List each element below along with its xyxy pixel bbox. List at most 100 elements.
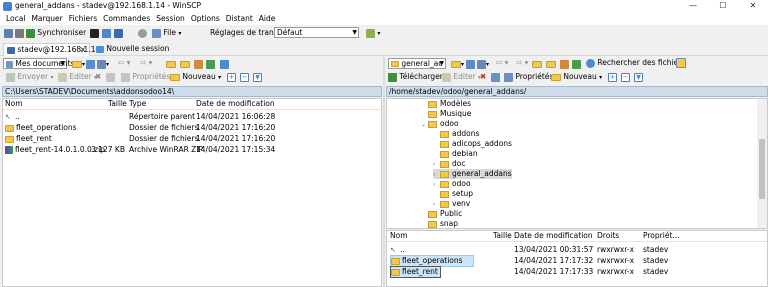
preferences-icon[interactable] [114, 28, 123, 38]
menu-aide[interactable]: Aide [256, 13, 279, 25]
right-back-icon[interactable]: ⇦ ▾ [496, 58, 508, 67]
right-col-rights[interactable]: Droits [597, 231, 619, 241]
sessions-icon[interactable] [102, 28, 111, 38]
right-properties-button[interactable]: Propriétés [504, 72, 553, 82]
tree-item[interactable]: debian [433, 149, 478, 159]
right-forward-icon[interactable]: ⇨ ▾ [516, 58, 528, 67]
left-new-button[interactable]: Nouveau ▾ [170, 72, 221, 81]
table-row[interactable]: ↖.. 13/04/2021 00:31:57 rwxrwxr-x stadev [387, 245, 767, 255]
left-refresh-icon[interactable] [206, 59, 215, 69]
right-view-icon[interactable]: ▾ [477, 59, 489, 69]
queue-gear-icon[interactable] [138, 28, 147, 38]
left-view-icon[interactable]: ▾ [97, 59, 109, 69]
right-location-dropdown[interactable]: general_ac ▼ [388, 58, 446, 69]
right-rename-icon[interactable] [491, 72, 500, 82]
left-home-icon[interactable] [194, 59, 203, 69]
right-refresh-icon[interactable] [572, 59, 581, 69]
right-col-owner[interactable]: Propriét... [643, 231, 680, 241]
menu-options[interactable]: Options [188, 13, 223, 25]
left-upload-button[interactable]: Envoyer ▾ [6, 72, 53, 82]
synchronize-button[interactable]: Synchroniser [26, 28, 86, 38]
left-unselect-icon[interactable]: − [240, 72, 249, 82]
table-row[interactable]: fleet_rent 14/04/2021 17:17:33 rwxrwxr-x st… [387, 266, 767, 278]
right-select-all-icon[interactable]: + [608, 72, 617, 82]
right-star-icon[interactable] [466, 59, 475, 69]
tree-item[interactable]: adicops_addons [433, 139, 512, 149]
left-col-name[interactable]: Nom [5, 99, 23, 109]
left-edit-button[interactable]: Editer ▾ [58, 72, 97, 82]
tree-item[interactable]: › doc [433, 159, 465, 169]
table-row[interactable]: fleet_operations Dossier de fichiers 14/04… [3, 123, 381, 133]
right-root-folder-icon[interactable] [546, 59, 556, 68]
tree-scrollbar[interactable] [757, 99, 767, 228]
tree-item[interactable]: setup [433, 189, 473, 199]
right-download-button[interactable]: Télécharger ▾ [388, 72, 448, 82]
right-col-name[interactable]: Nom [390, 231, 408, 241]
tree-item[interactable]: snap [421, 219, 458, 228]
layout-icon[interactable] [4, 28, 13, 38]
right-new-button[interactable]: Nouveau ▾ [551, 72, 602, 81]
transfer-options-icon[interactable]: ▾ [366, 28, 380, 38]
compare-icon[interactable] [15, 28, 24, 38]
tree-item[interactable]: › odoo [433, 179, 471, 189]
right-filter-icon[interactable]: ▾ [451, 59, 464, 68]
right-find-files-button[interactable]: Rechercher des fichiers [586, 58, 685, 68]
menu-commandes[interactable]: Commandes [100, 13, 153, 25]
table-row[interactable]: ↖.. Répertoire parent 14/04/2021 16:06:28 [3, 112, 381, 122]
table-row[interactable]: fleet_operations 14/04/2021 17:17:32 rwxrw… [387, 255, 767, 267]
right-path-bar[interactable]: /home/stadev/odoo/general_addans/ [386, 86, 768, 97]
tree-item[interactable]: Public [421, 209, 462, 219]
table-row[interactable]: fleet_rent Dossier de fichiers 14/04/2021 … [3, 134, 381, 144]
left-properties-button[interactable]: Propriétés [121, 72, 170, 82]
left-root-folder-icon[interactable] [180, 59, 190, 68]
tab-new-session[interactable]: Nouvelle session [93, 43, 172, 56]
left-forward-icon[interactable]: ⇨ ▾ [140, 58, 152, 67]
panel-splitter[interactable] [383, 57, 385, 287]
tree-scrollbar-thumb[interactable] [759, 139, 765, 199]
maximize-button[interactable]: ☐ [708, 0, 738, 13]
left-location-dropdown[interactable]: Mes documents ▼ [3, 58, 75, 69]
right-col-modified[interactable]: Date de modification [514, 231, 593, 241]
right-unselect-icon[interactable]: − [621, 72, 630, 82]
tree-item[interactable]: › venv [433, 199, 470, 209]
close-tab-icon[interactable]: × [80, 44, 86, 56]
left-path-bar[interactable]: C:\Users\STADEV\Documents\addonsodoo14\ [2, 86, 382, 97]
tree-item[interactable]: Modèles [421, 99, 471, 109]
left-filter-funnel-icon[interactable]: ▼ [253, 72, 262, 82]
left-select-all-icon[interactable]: + [227, 72, 236, 82]
left-col-type[interactable]: Type [129, 99, 146, 109]
transfer-preset-dropdown[interactable]: Défaut ▼ [274, 27, 359, 38]
left-star-icon[interactable] [86, 59, 95, 69]
menu-local[interactable]: Local [0, 13, 28, 25]
left-back-icon[interactable]: ⇦ ▾ [118, 58, 130, 67]
right-home-icon[interactable] [560, 59, 569, 69]
file-queue-button[interactable]: File ▾ [152, 28, 181, 38]
right-sync-browse-icon[interactable] [676, 58, 686, 68]
chevron-down-icon[interactable]: ⌄ [421, 120, 427, 130]
right-delete-icon[interactable]: ✖ [480, 72, 486, 81]
left-col-size[interactable]: Taille [108, 99, 127, 109]
menu-marquer[interactable]: Marquer [28, 13, 65, 25]
minimize-button[interactable]: — [678, 0, 708, 13]
right-filter-funnel-icon[interactable]: ▼ [634, 72, 643, 82]
left-delete-icon[interactable]: ✖ [95, 72, 101, 81]
tree-item[interactable]: Musique [421, 109, 471, 119]
left-find-icon[interactable] [220, 59, 229, 69]
right-parent-folder-icon[interactable] [532, 59, 542, 68]
menu-fichiers[interactable]: Fichiers [66, 13, 100, 25]
left-col-modified[interactable]: Date de modification [196, 99, 275, 109]
left-parent-folder-icon[interactable] [166, 59, 176, 68]
left-rename-icon[interactable] [106, 72, 115, 82]
tab-session[interactable]: stadev@192.168.1.14 × [3, 43, 100, 56]
tree-item[interactable]: ⌄ odoo [421, 119, 459, 129]
menu-session[interactable]: Session [153, 13, 188, 25]
table-row[interactable]: fleet_rent-14.0.1.0.0.zip 3 127 KB Archive… [3, 145, 381, 155]
right-edit-button[interactable]: Editer ▾ [442, 72, 481, 82]
left-filter-icon[interactable]: ▾ [72, 59, 85, 68]
menu-distant[interactable]: Distant [223, 13, 256, 25]
right-col-size[interactable]: Taille [493, 231, 512, 241]
tree-item[interactable]: › general_addans [433, 169, 512, 179]
terminal-icon[interactable] [90, 28, 99, 38]
tree-item[interactable]: addons [433, 129, 479, 139]
close-window-button[interactable]: ✕ [738, 0, 768, 13]
